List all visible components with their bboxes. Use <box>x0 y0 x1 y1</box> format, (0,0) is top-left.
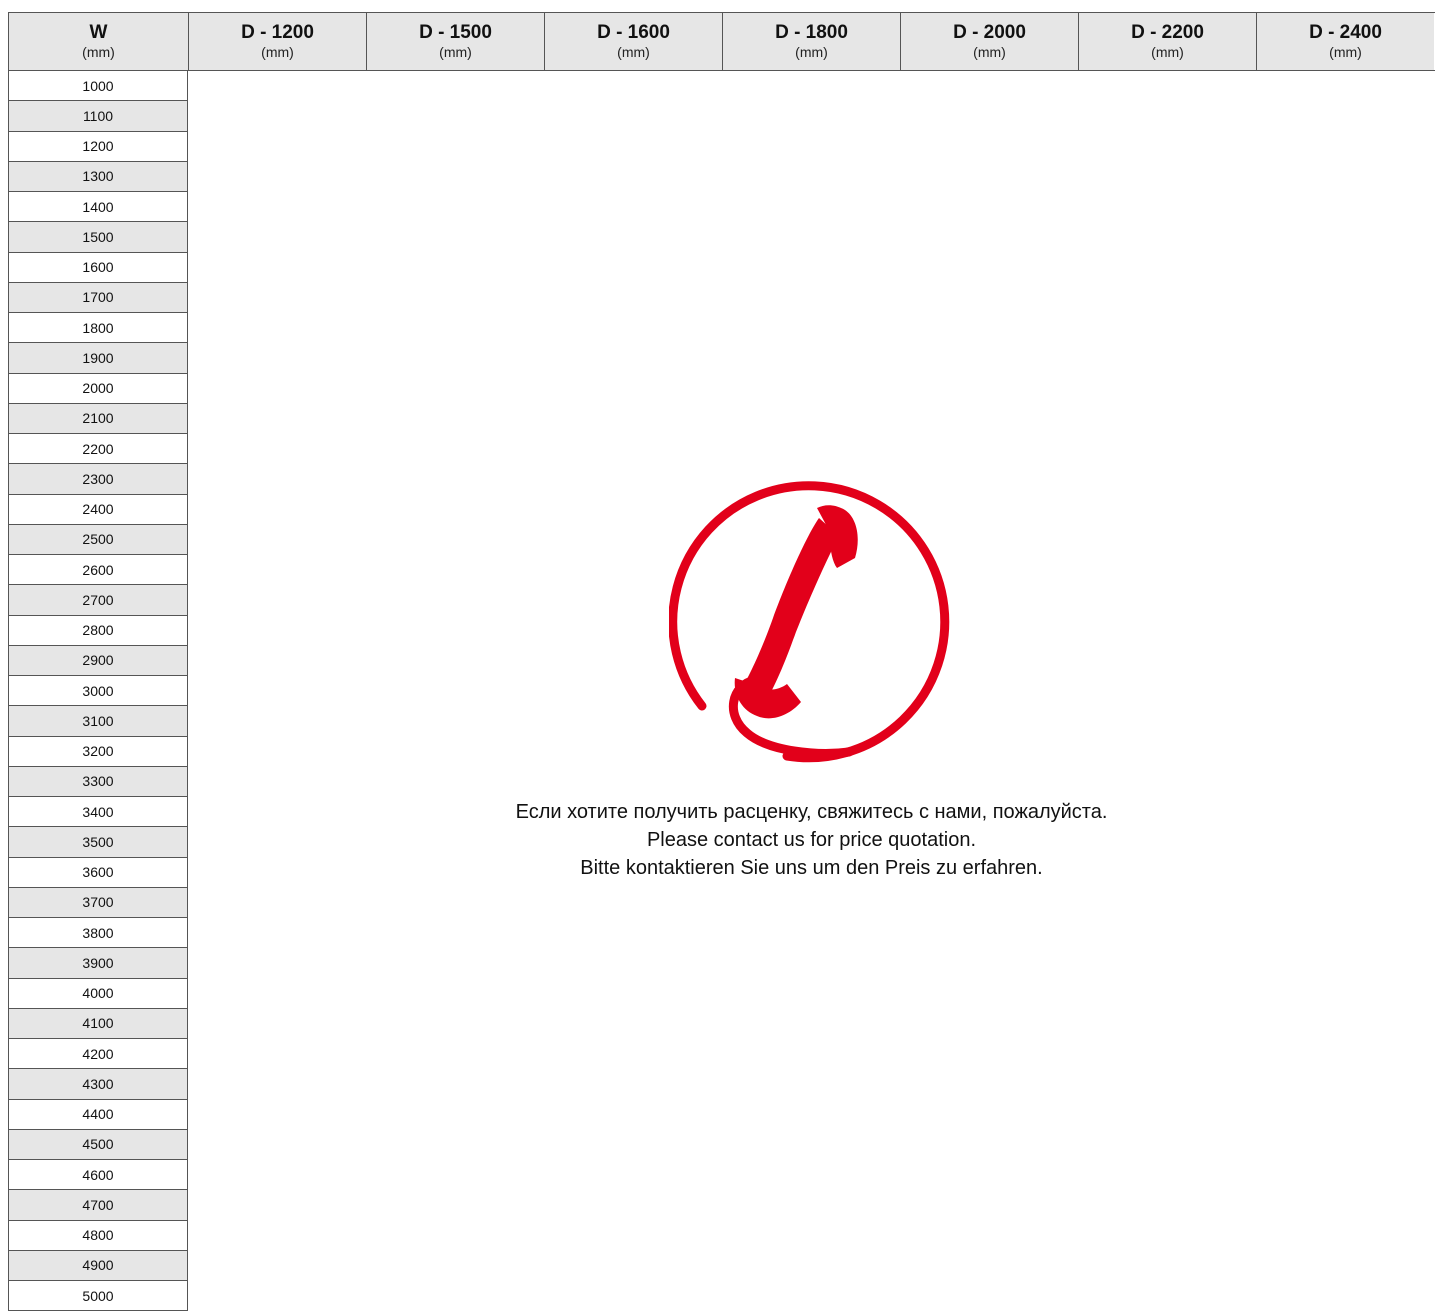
header-d-unit: (mm) <box>439 44 472 60</box>
width-row: 2800 <box>9 616 187 646</box>
phone-handset-icon <box>668 481 949 763</box>
width-row: 2200 <box>9 434 187 465</box>
header-d-title: D - 1800 <box>775 22 848 43</box>
width-row: 2300 <box>9 464 187 495</box>
header-d-unit: (mm) <box>1151 44 1184 60</box>
header-w-unit: (mm) <box>82 44 115 60</box>
width-row: 4300 <box>9 1069 187 1100</box>
header-d-2200: D - 2200 (mm) <box>1078 13 1256 70</box>
header-d-title: D - 1600 <box>597 22 670 43</box>
width-row: 3500 <box>9 827 187 858</box>
header-d-1600: D - 1600 (mm) <box>544 13 722 70</box>
width-row: 4400 <box>9 1100 187 1130</box>
width-row: 3200 <box>9 737 187 767</box>
header-d-1500: D - 1500 (mm) <box>366 13 544 70</box>
header-d-title: D - 2400 <box>1309 22 1382 43</box>
width-row: 2000 <box>9 374 187 404</box>
width-row: 2400 <box>9 495 187 525</box>
width-row: 4000 <box>9 979 187 1009</box>
width-row: 4900 <box>9 1250 187 1281</box>
width-row: 1000 <box>9 71 187 102</box>
width-row: 3400 <box>9 797 187 828</box>
width-row: 3100 <box>9 706 187 737</box>
width-row: 1500 <box>9 222 187 253</box>
header-d-unit: (mm) <box>795 44 828 60</box>
width-row: 3900 <box>9 948 187 979</box>
width-row: 4500 <box>9 1129 187 1160</box>
width-row: 3300 <box>9 766 187 797</box>
width-row: 4700 <box>9 1190 187 1221</box>
header-d-title: D - 1500 <box>419 22 492 43</box>
width-row: 1100 <box>9 101 187 132</box>
width-column: 1000 1100 1200 1300 1400 1500 1600 1700 1800 1900… <box>8 71 188 1311</box>
width-row: 2600 <box>9 555 187 586</box>
width-row: 1800 <box>9 313 187 344</box>
width-row: 3700 <box>9 887 187 918</box>
price-notice-text: Если хотите получить расценку, свяжитесь… <box>516 798 1108 882</box>
header-d-unit: (mm) <box>1329 44 1362 60</box>
notice-line-de: Bitte kontaktieren Sie uns um den Preis … <box>580 857 1043 879</box>
notice-line-en: Please contact us for price quotation. <box>646 829 977 851</box>
price-table-header: W (mm) D - 1200 (mm) D - 1500 (mm) D - 1… <box>8 12 1435 71</box>
header-d-unit: (mm) <box>973 44 1006 60</box>
width-row: 5000 <box>9 1281 187 1311</box>
width-row: 4800 <box>9 1221 187 1251</box>
width-row: 4100 <box>9 1008 187 1039</box>
width-row: 3000 <box>9 676 187 707</box>
header-d-unit: (mm) <box>261 44 294 60</box>
width-row: 2500 <box>9 524 187 555</box>
header-d-1200: D - 1200 (mm) <box>188 13 366 70</box>
width-row: 1700 <box>9 282 187 313</box>
width-row: 2100 <box>9 403 187 434</box>
width-row: 1200 <box>9 132 187 162</box>
width-row: 1400 <box>9 192 187 223</box>
header-d-title: D - 1200 <box>241 22 314 43</box>
header-d-2000: D - 2000 (mm) <box>900 13 1078 70</box>
width-row: 3800 <box>9 918 187 949</box>
width-row: 1600 <box>9 253 187 283</box>
width-row: 2700 <box>9 585 187 616</box>
width-row: 4600 <box>9 1160 187 1191</box>
header-d-title: D - 2000 <box>953 22 1026 43</box>
width-row: 1900 <box>9 343 187 374</box>
width-row: 2900 <box>9 645 187 676</box>
header-d-title: D - 2200 <box>1131 22 1204 43</box>
header-d-2400: D - 2400 (mm) <box>1256 13 1434 70</box>
notice-line-ru: Если хотите получить расценку, свяжитесь… <box>515 801 1108 823</box>
header-w: W (mm) <box>8 13 188 70</box>
header-d-1800: D - 1800 (mm) <box>722 13 900 70</box>
header-d-unit: (mm) <box>617 44 650 60</box>
header-w-title: W <box>89 22 108 43</box>
width-row: 1300 <box>9 161 187 192</box>
width-row: 4200 <box>9 1039 187 1070</box>
width-row: 3600 <box>9 858 187 888</box>
price-notice: Если хотите получить расценку, свяжитесь… <box>188 480 1435 882</box>
